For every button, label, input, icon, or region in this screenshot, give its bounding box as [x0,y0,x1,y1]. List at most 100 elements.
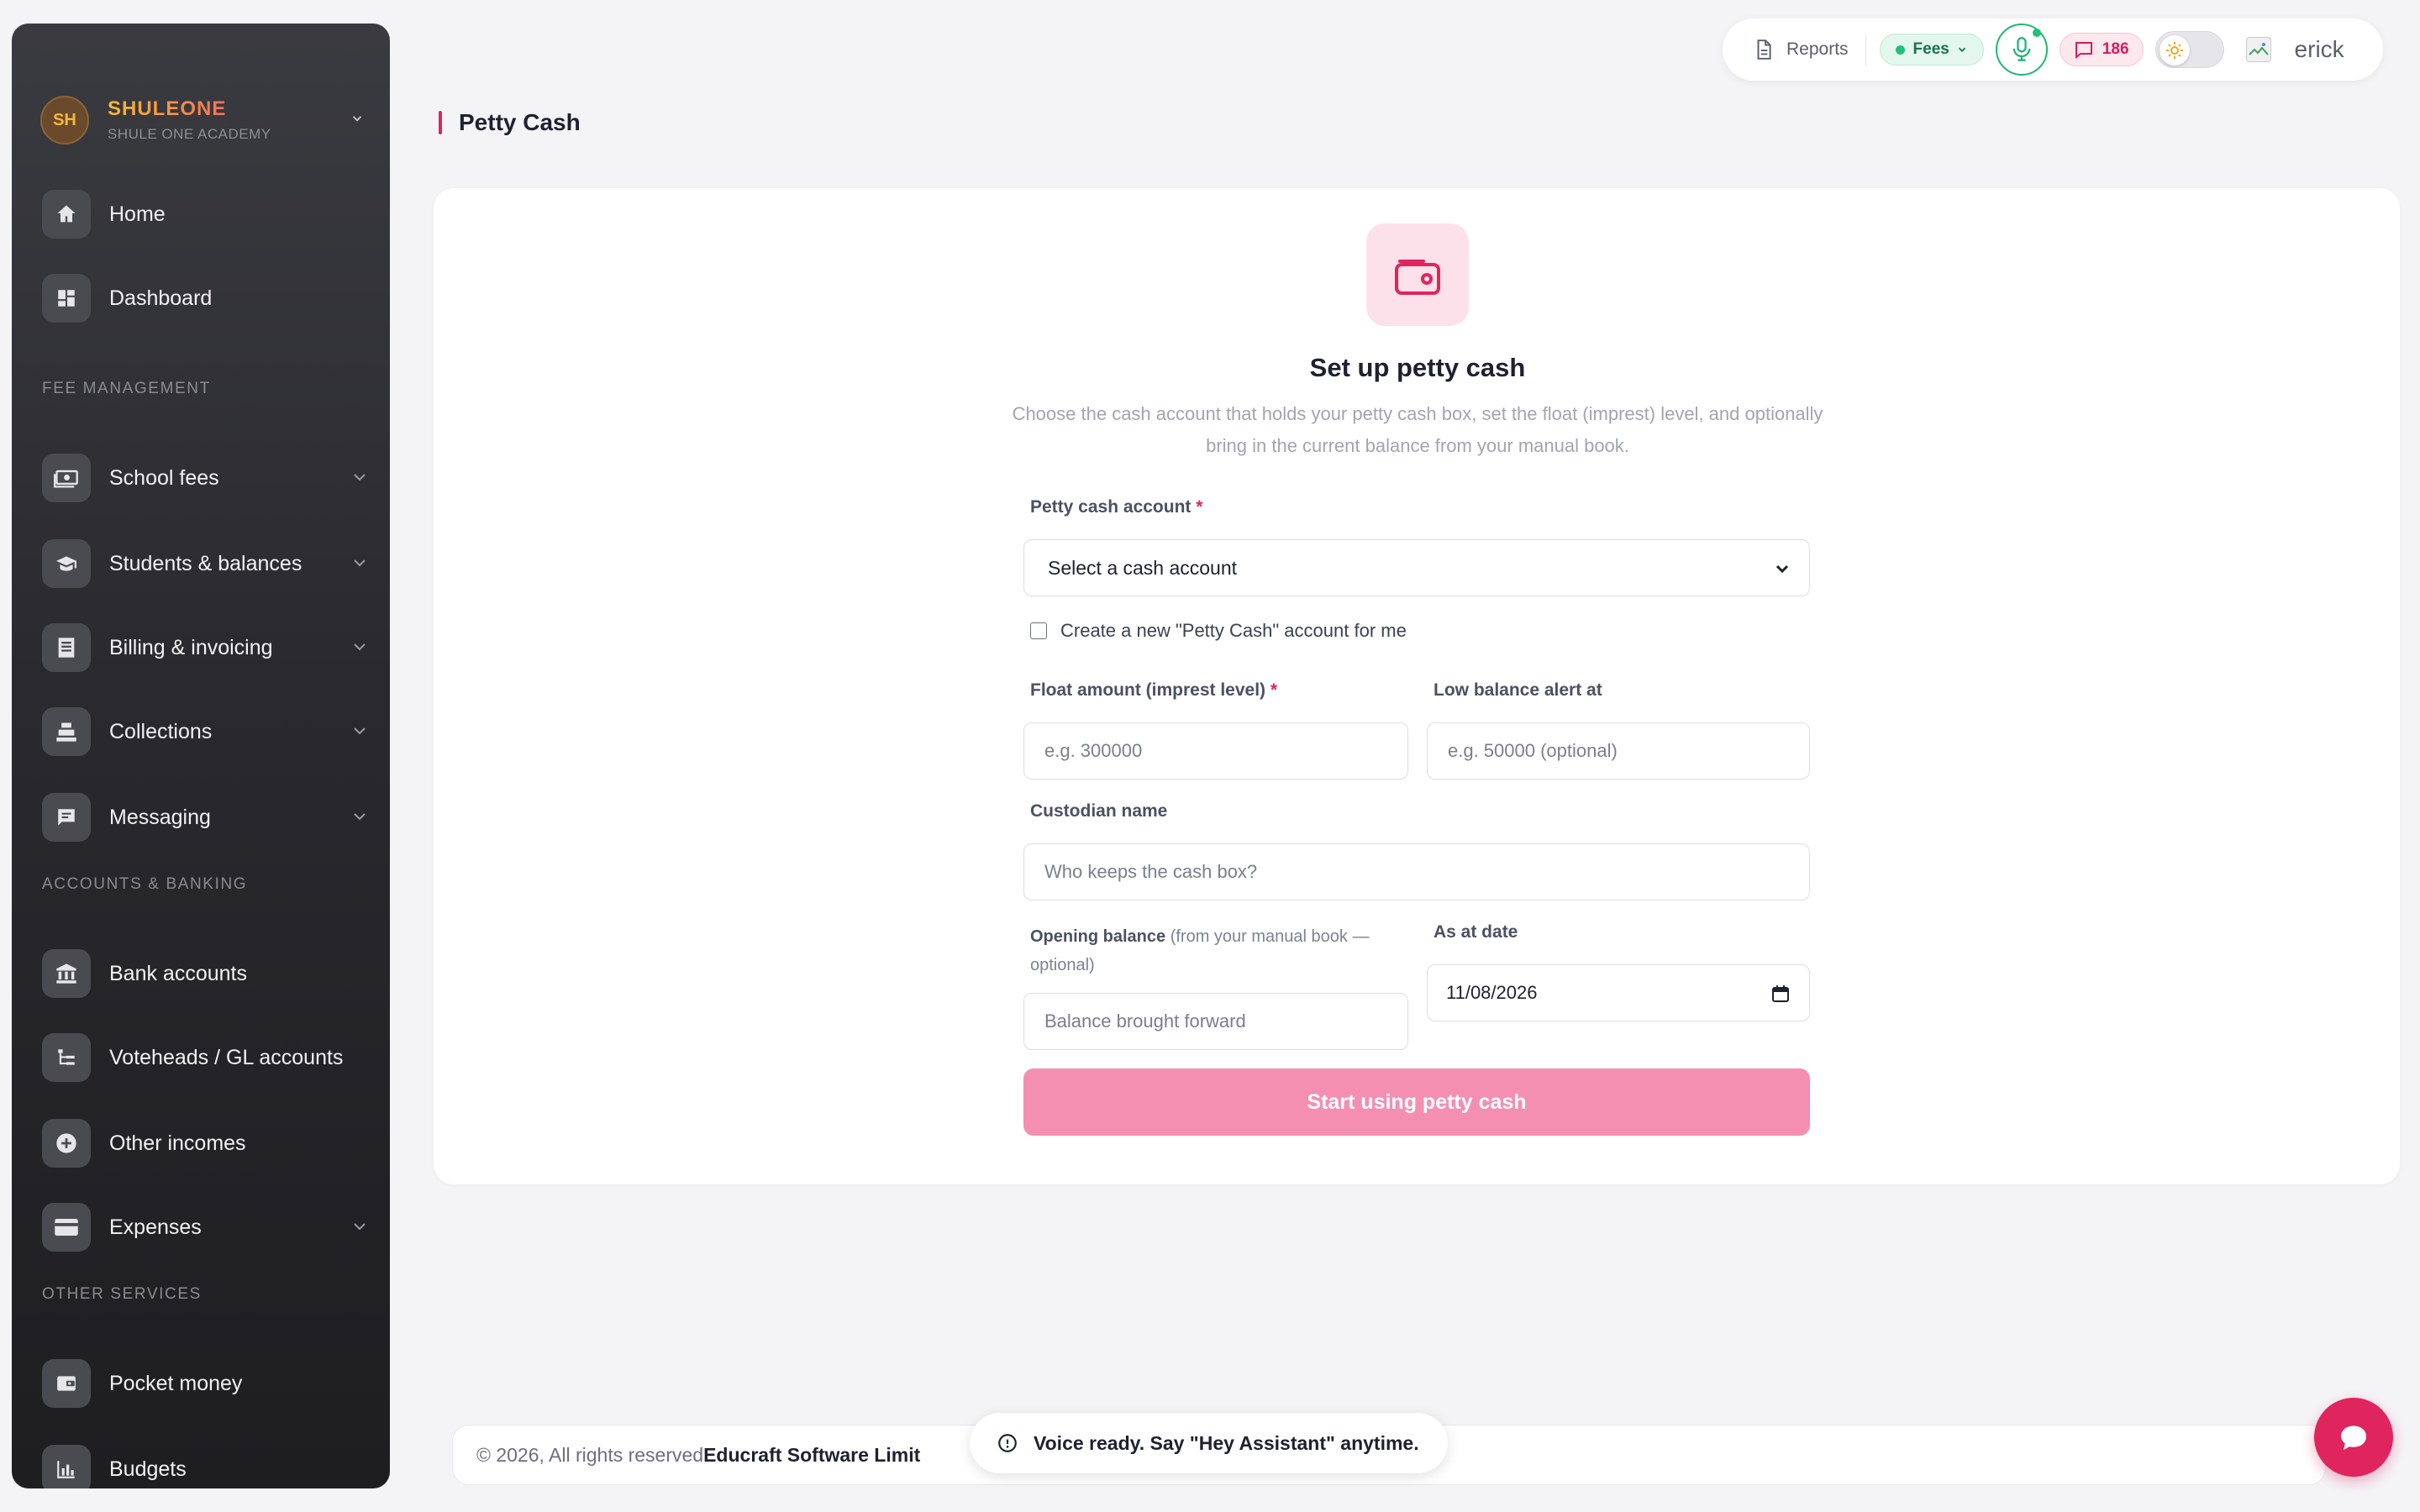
chevron-down-icon [352,116,362,122]
sidebar-item-label: School fees [109,465,219,490]
plus-circle-icon [42,1119,91,1168]
sidebar: SH SHULEONE SHULE ONE ACADEMY Home Dashb… [12,24,390,1488]
sidebar-item-label: Home [109,202,166,226]
placeholder: Who keeps the cash box? [1044,861,1258,882]
cash-icon [42,454,91,502]
invoice-icon [42,623,91,672]
bank-icon [42,949,91,998]
page-title: Petty Cash [439,108,581,138]
voice-ready-toast: Voice ready. Say "Hey Assistant" anytime… [970,1413,1448,1473]
create-account-checkbox-row[interactable]: Create a new "Petty Cash" account for me [1030,620,1407,642]
section-label-accounts-banking: ACCOUNTS & BANKING [42,875,248,893]
opening-balance-input[interactable]: Balance brought forward [1023,993,1408,1050]
custodian-name-input[interactable]: Who keeps the cash box? [1023,843,1810,900]
chevron-down-icon [354,474,366,481]
sidebar-item-dashboard[interactable]: Dashboard [42,269,378,328]
sun-icon [2159,35,2190,66]
chat-button[interactable] [2314,1398,2393,1477]
wallet-icon [1366,223,1469,326]
info-icon [998,1434,1017,1452]
start-petty-cash-button[interactable]: Start using petty cash [1023,1068,1810,1136]
sidebar-item-label: Budgets [109,1457,187,1481]
chat-bubble-icon [2341,1425,2366,1450]
status-dot [2032,29,2041,37]
as-at-date-label: As at date [1434,922,1518,942]
chevron-down-icon [1958,47,1965,52]
petty-cash-account-select[interactable]: Select a cash account [1023,539,1810,596]
sidebar-item-label: Other incomes [109,1131,246,1155]
float-amount-label: Float amount (imprest level) * [1030,680,1277,701]
brand-switcher[interactable]: SH SHULEONE SHULE ONE ACADEMY [40,91,376,150]
chevron-down-icon [354,813,366,821]
sidebar-item-label: Expenses [109,1215,202,1239]
sidebar-item-pocket-money[interactable]: Pocket money [42,1354,378,1413]
low-balance-alert-label: Low balance alert at [1434,680,1602,700]
bar-chart-icon [42,1445,91,1488]
sidebar-item-billing-invoicing[interactable]: Billing & invoicing [42,618,378,677]
page-title-text: Petty Cash [459,109,581,135]
sidebar-item-home[interactable]: Home [42,185,378,244]
create-account-checkbox[interactable] [1030,622,1047,639]
select-value: Select a cash account [1048,556,1238,579]
sidebar-item-label: Messaging [109,805,211,829]
setup-description: Choose the cash account that holds your … [1012,403,1823,456]
sidebar-item-budgets[interactable]: Budgets [42,1440,378,1488]
opening-balance-label: Opening balance (from your manual book —… [1030,922,1408,979]
chevron-down-icon [354,559,366,567]
low-balance-alert-input[interactable]: e.g. 50000 (optional) [1427,722,1810,780]
theme-toggle[interactable] [2154,31,2224,68]
as-at-date-input[interactable]: 11/08/2026 [1427,964,1810,1021]
setup-title: Set up petty cash [1309,353,1526,382]
sidebar-item-other-incomes[interactable]: Other incomes [42,1114,378,1173]
brand-initials: SH [53,110,76,129]
petty-cash-account-label: Petty cash account * [1030,497,1202,517]
status-dot [1895,45,1905,55]
placeholder: e.g. 300000 [1044,740,1143,761]
sidebar-item-label: Students & balances [109,551,302,575]
fees-label: Fees [1912,40,1949,58]
chevron-down-icon [354,1223,366,1231]
reports-label: Reports [1786,39,1849,59]
brand-text: SHULEONE SHULE ONE ACADEMY [108,97,271,143]
messages-badge[interactable]: 186 [2059,33,2144,66]
wallet-icon [42,1359,91,1408]
avatar[interactable] [2245,37,2271,62]
required-mark: * [1196,497,1203,517]
sidebar-item-voteheads-gl[interactable]: Voteheads / GL accounts [42,1028,378,1087]
sidebar-item-messaging[interactable]: Messaging [42,788,378,847]
voice-assistant-button[interactable] [1995,24,2048,76]
sidebar-item-label: Pocket money [109,1371,243,1395]
reports-link[interactable]: Reports [1753,38,1849,61]
label-text: Opening balance [1030,927,1166,946]
chevron-down-icon [354,643,366,651]
footer-company: Educraft Software Limit [703,1443,921,1466]
user-name[interactable]: erick [2295,36,2344,63]
title-accent-bar [439,111,442,134]
section-label-fee-management: FEE MANAGEMENT [42,380,211,397]
brand-subtitle: SHULE ONE ACADEMY [108,126,271,142]
top-bar: Reports Fees 186 erick [1723,18,2383,81]
sidebar-item-school-fees[interactable]: School fees [42,449,378,507]
label-text: Float amount (imprest level) [1030,680,1266,700]
sidebar-item-bank-accounts[interactable]: Bank accounts [42,944,378,1003]
divider [1865,33,1866,66]
float-amount-input[interactable]: e.g. 300000 [1023,722,1408,780]
footer-copyright: © 2026, All rights reserved [476,1443,704,1466]
message-icon [42,793,91,842]
checkbox-label: Create a new "Petty Cash" account for me [1060,620,1407,641]
sidebar-item-collections[interactable]: Collections [42,702,378,761]
chat-icon [2075,42,2092,59]
placeholder: e.g. 50000 (optional) [1448,740,1618,761]
broken-image-icon [2248,43,2269,55]
sidebar-item-expenses[interactable]: Expenses [42,1198,378,1257]
sidebar-item-students-balances[interactable]: Students & balances [42,534,378,593]
graduation-cap-icon [42,539,91,588]
sidebar-item-label: Collections [109,719,213,743]
calendar-icon[interactable] [1770,984,1791,1004]
chevron-down-icon [1776,564,1789,574]
fees-module-dropdown[interactable]: Fees [1879,34,1984,66]
cash-register-icon [42,707,91,756]
sidebar-item-label: Voteheads / GL accounts [109,1045,344,1069]
date-value: 11/08/2026 [1446,982,1538,1003]
custodian-name-label: Custodian name [1030,801,1168,821]
